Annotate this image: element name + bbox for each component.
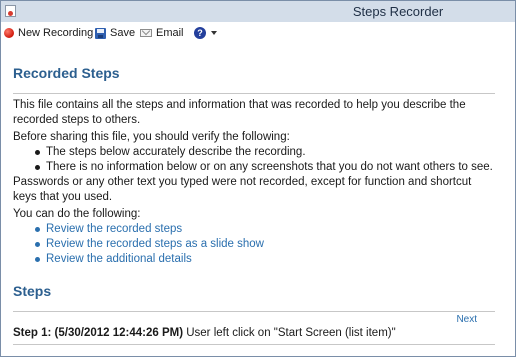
new-recording-label: New Recording — [18, 27, 94, 39]
steps-recorder-window: Steps Recorder New Recording Save Email … — [0, 0, 516, 357]
floppy-disk-icon — [95, 27, 106, 39]
recorded-steps-heading: Recorded Steps — [13, 65, 120, 81]
title-bar: Steps Recorder — [1, 1, 515, 23]
passwords-note: Passwords or any other text you typed we… — [13, 176, 472, 203]
before-sharing-text: Before sharing this file, you should ver… — [13, 131, 290, 143]
chevron-down-icon — [211, 31, 217, 35]
can-do-text: You can do the following: — [13, 208, 141, 220]
verification-list: The steps below accurately describe the … — [13, 145, 495, 175]
review-links-list: Review the recorded steps Review the rec… — [13, 222, 495, 267]
list-item: Review the additional details — [35, 252, 495, 267]
review-steps-link[interactable]: Review the recorded steps — [46, 223, 182, 235]
intro-text: This file contains all the steps and inf… — [13, 99, 466, 126]
email-button[interactable]: Email — [140, 25, 184, 41]
list-item: There is no information below or on any … — [35, 160, 495, 175]
steps-heading: Steps — [13, 283, 52, 299]
help-dropdown-button[interactable]: ? — [194, 25, 217, 41]
divider — [13, 344, 495, 345]
save-button[interactable]: Save — [95, 25, 135, 41]
list-item: Review the recorded steps — [35, 222, 495, 237]
window-title: Steps Recorder — [352, 4, 444, 19]
email-label: Email — [156, 27, 184, 39]
list-item: Review the recorded steps as a slide sho… — [35, 237, 495, 252]
next-link[interactable]: Next — [456, 314, 477, 325]
toolbar: New Recording Save Email ? — [1, 22, 515, 44]
new-recording-button[interactable]: New Recording — [4, 25, 93, 41]
review-slideshow-link[interactable]: Review the recorded steps as a slide sho… — [46, 238, 264, 250]
report-content: Recorded Steps This file contains all th… — [1, 45, 515, 356]
step-1-description: User left click on "Start Screen (list i… — [186, 327, 396, 339]
save-label: Save — [110, 27, 136, 39]
review-details-link[interactable]: Review the additional details — [46, 253, 192, 265]
list-item: The steps below accurately describe the … — [35, 145, 495, 160]
help-icon: ? — [194, 27, 206, 39]
step-1-label: Step 1: (5/30/2012 12:44:26 PM) — [13, 327, 184, 339]
record-icon — [4, 28, 14, 38]
envelope-icon — [140, 29, 152, 37]
step-1: Step 1: (5/30/2012 12:44:26 PM) User lef… — [13, 326, 495, 341]
